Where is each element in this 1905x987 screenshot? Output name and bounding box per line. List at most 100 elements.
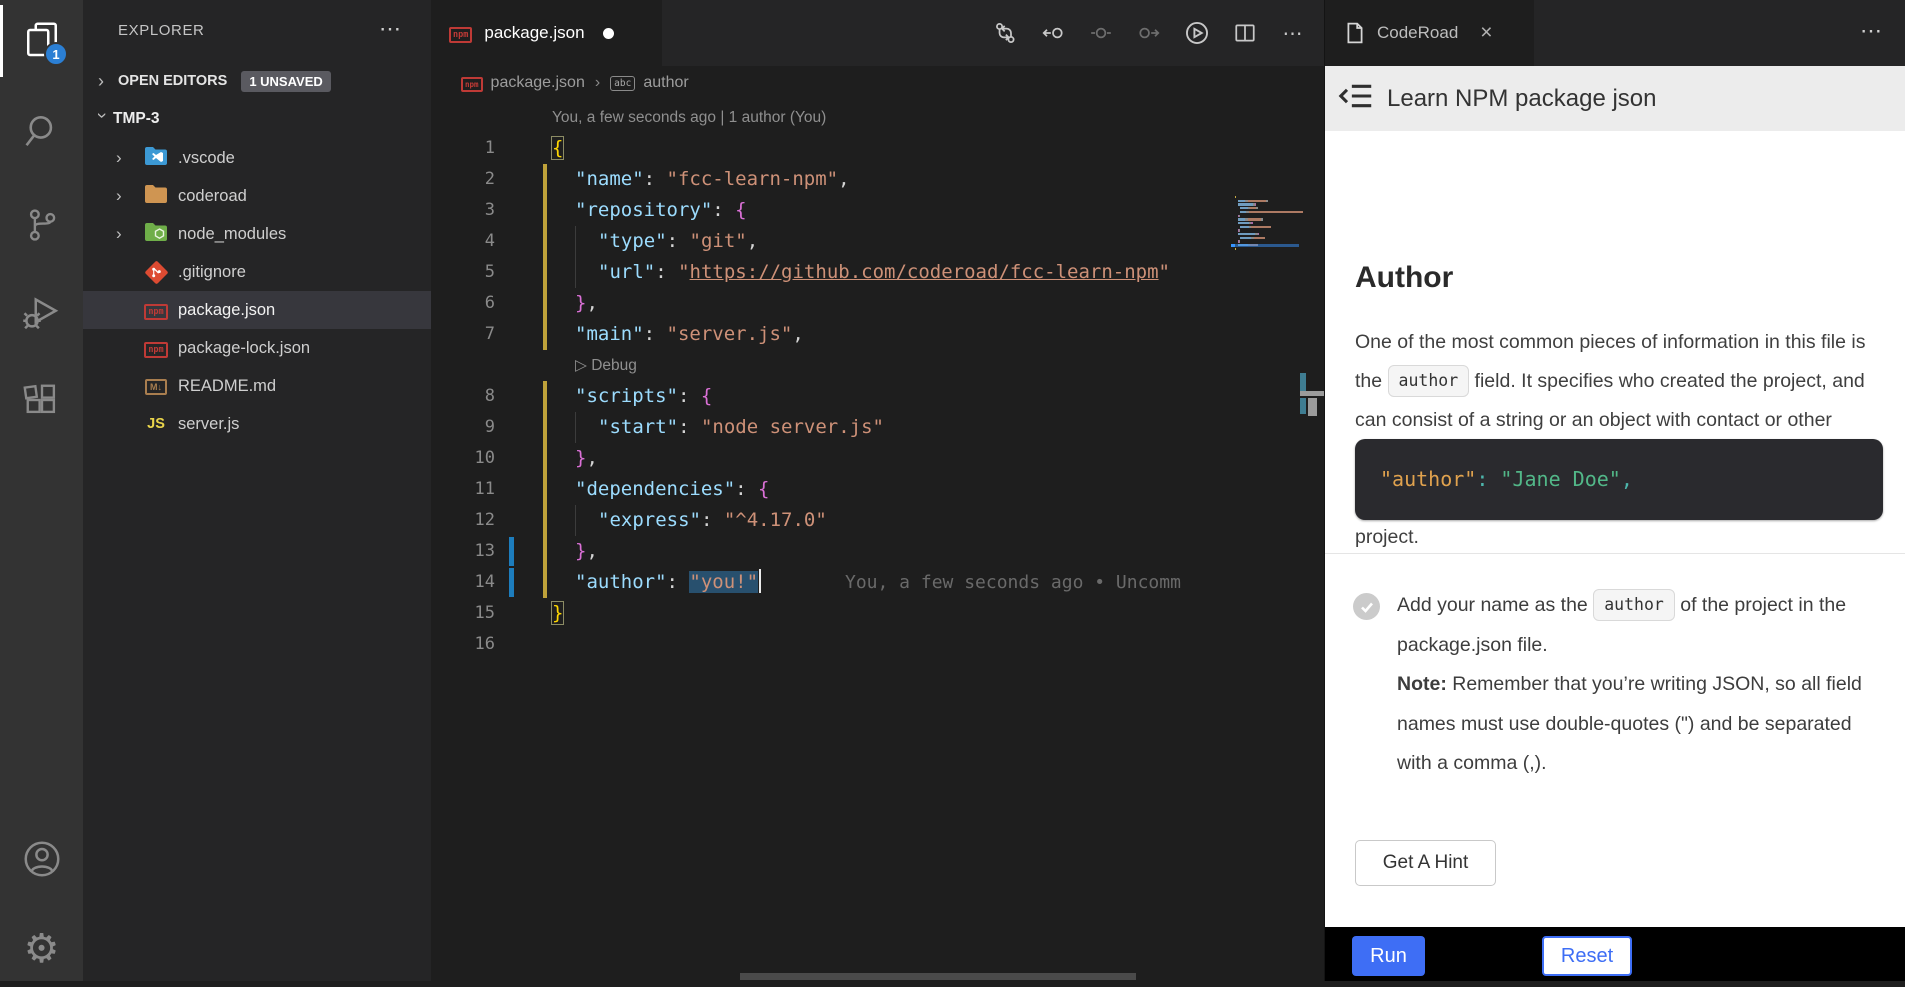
breadcrumb-symbol[interactable]: author — [643, 74, 688, 92]
code-line-6[interactable]: 6}, — [431, 288, 1233, 319]
chevron-right-icon[interactable]: › — [116, 148, 141, 168]
workspace-name: TMP-3 — [113, 110, 160, 128]
code-line-15[interactable]: 15} — [431, 598, 1233, 629]
code-line-9[interactable]: 9"start": "node server.js" — [431, 412, 1233, 443]
code-line-16[interactable]: 16 — [431, 629, 1233, 660]
code-text: "url": "https://github.com/coderoad/fcc-… — [598, 257, 1170, 288]
code-line-12[interactable]: 12"express": "^4.17.0" — [431, 505, 1233, 536]
token: https://github.com/coderoad/fcc-learn-np… — [690, 261, 1159, 283]
line-number[interactable]: 10 — [431, 443, 495, 474]
code-line-2[interactable]: 2"name": "fcc-learn-npm", — [431, 164, 1233, 195]
overview-ruler-slider[interactable] — [1308, 398, 1317, 416]
breadcrumb[interactable]: npm package.json › abc author — [431, 66, 1324, 100]
search-icon[interactable] — [0, 93, 83, 169]
codelens-row[interactable]: ▷ Debug — [431, 350, 1233, 381]
settings-gear-icon[interactable]: ⚙ — [0, 911, 83, 987]
previous-change-icon[interactable] — [1040, 20, 1066, 46]
back-to-lessons-icon[interactable] — [1338, 79, 1374, 118]
code-line-5[interactable]: 5 "url": "https://github.com/coderoad/fcc… — [431, 257, 1233, 288]
example-token: , — [1621, 467, 1633, 491]
open-editors-section[interactable]: › OPEN EDITORS 1 UNSAVED — [83, 62, 431, 100]
lesson-heading: Author — [1355, 261, 1453, 295]
next-change-icon[interactable] — [1136, 20, 1162, 46]
minimap-token — [1254, 237, 1265, 239]
run-file-icon[interactable] — [1184, 20, 1210, 46]
token: "dependencies" — [575, 478, 735, 500]
tree-item-.gitignore[interactable]: .gitignore — [83, 253, 431, 291]
explorer-icon[interactable]: 1 — [0, 2, 83, 78]
file-type-icon — [141, 222, 171, 247]
line-number[interactable]: 8 — [431, 381, 495, 412]
chevron-right-icon[interactable]: › — [116, 186, 141, 206]
code-line-13[interactable]: 13}, — [431, 536, 1233, 567]
token: } — [575, 540, 586, 562]
breadcrumb-file[interactable]: package.json — [491, 74, 585, 92]
source-control-icon[interactable] — [0, 187, 83, 263]
git-compare-icon[interactable] — [992, 20, 1018, 46]
tab-package-json[interactable]: npm package.json — [431, 0, 662, 66]
debug-codelens[interactable]: ▷ Debug — [575, 350, 637, 381]
minimap[interactable] — [1233, 196, 1299, 306]
code-line-4[interactable]: 4"type": "git", — [431, 226, 1233, 257]
line-number[interactable]: 7 — [431, 319, 495, 350]
horizontal-scrollbar[interactable] — [740, 973, 1136, 980]
line-number[interactable]: 3 — [431, 195, 495, 226]
tree-item-coderoad[interactable]: ›coderoad — [83, 177, 431, 215]
token: "url" — [598, 261, 655, 283]
tree-item-server.js[interactable]: JSserver.js — [83, 405, 431, 443]
extensions-icon[interactable] — [0, 362, 83, 438]
split-editor-icon[interactable] — [1232, 20, 1258, 46]
line-number[interactable]: 14 — [431, 567, 495, 598]
line-number[interactable]: 6 — [431, 288, 495, 319]
token: , — [586, 540, 597, 562]
tree-item-node_modules[interactable]: ›node_modules — [83, 215, 431, 253]
reset-button[interactable]: Reset — [1542, 936, 1632, 976]
panel-more-actions-icon[interactable]: ⋯ — [1860, 18, 1884, 44]
line-number[interactable]: 4 — [431, 226, 495, 257]
line-number[interactable]: 16 — [431, 629, 495, 660]
code-line-1[interactable]: 1{ — [431, 133, 1233, 164]
run-button[interactable]: Run — [1352, 936, 1425, 976]
minimap-line — [1238, 203, 1257, 205]
code-line-10[interactable]: 10}, — [431, 443, 1233, 474]
token: : — [667, 571, 690, 593]
code-line-14[interactable]: 14"author": "you!"You, a few seconds ago… — [431, 567, 1233, 598]
code-line-3[interactable]: 3"repository": { — [431, 195, 1233, 226]
code-line-7[interactable]: 7"main": "server.js", — [431, 319, 1233, 350]
overview-ruler-slider[interactable] — [1300, 391, 1324, 396]
close-icon[interactable]: × — [1480, 21, 1492, 45]
line-number[interactable]: 13 — [431, 536, 495, 567]
line-number[interactable]: 12 — [431, 505, 495, 536]
line-number[interactable]: 15 — [431, 598, 495, 629]
tree-item-README.md[interactable]: M↓README.md — [83, 367, 431, 405]
code-editor[interactable]: You, a few seconds ago | 1 author (You)1… — [431, 100, 1233, 981]
minimap-token — [1250, 211, 1301, 213]
code-viewport: You, a few seconds ago | 1 author (You)1… — [431, 100, 1324, 981]
tree-item-.vscode[interactable]: ›.vscode — [83, 139, 431, 177]
code-text: }, — [575, 443, 598, 474]
codelens-row[interactable]: You, a few seconds ago | 1 author (You) — [431, 102, 1233, 133]
workspace-root-row[interactable]: › TMP-3 — [83, 100, 431, 138]
line-number[interactable]: 5 — [431, 257, 495, 288]
current-change-icon[interactable] — [1088, 20, 1114, 46]
chevron-right-icon[interactable]: › — [116, 224, 141, 244]
more-actions-icon[interactable]: ⋯ — [1280, 20, 1306, 46]
minimap-token — [1251, 226, 1271, 228]
line-number[interactable]: 9 — [431, 412, 495, 443]
line-number[interactable]: 1 — [431, 133, 495, 164]
tree-item-package-lock.json[interactable]: npmpackage-lock.json — [83, 329, 431, 367]
token: : — [644, 323, 667, 345]
explorer-more-actions-icon[interactable]: ⋯ — [379, 16, 403, 42]
token: , — [747, 230, 758, 252]
modified-gutter-marker — [543, 567, 547, 598]
accounts-icon[interactable] — [0, 821, 83, 897]
code-line-8[interactable]: 8"scripts": { — [431, 381, 1233, 412]
line-number[interactable]: 11 — [431, 474, 495, 505]
dirty-indicator-icon[interactable] — [603, 28, 614, 39]
run-and-debug-icon[interactable] — [0, 274, 83, 350]
tree-item-package.json[interactable]: npmpackage.json — [83, 291, 431, 329]
get-a-hint-button[interactable]: Get A Hint — [1355, 840, 1496, 886]
code-line-11[interactable]: 11"dependencies": { — [431, 474, 1233, 505]
line-number[interactable]: 2 — [431, 164, 495, 195]
tab-coderoad[interactable]: CodeRoad × — [1325, 0, 1534, 66]
